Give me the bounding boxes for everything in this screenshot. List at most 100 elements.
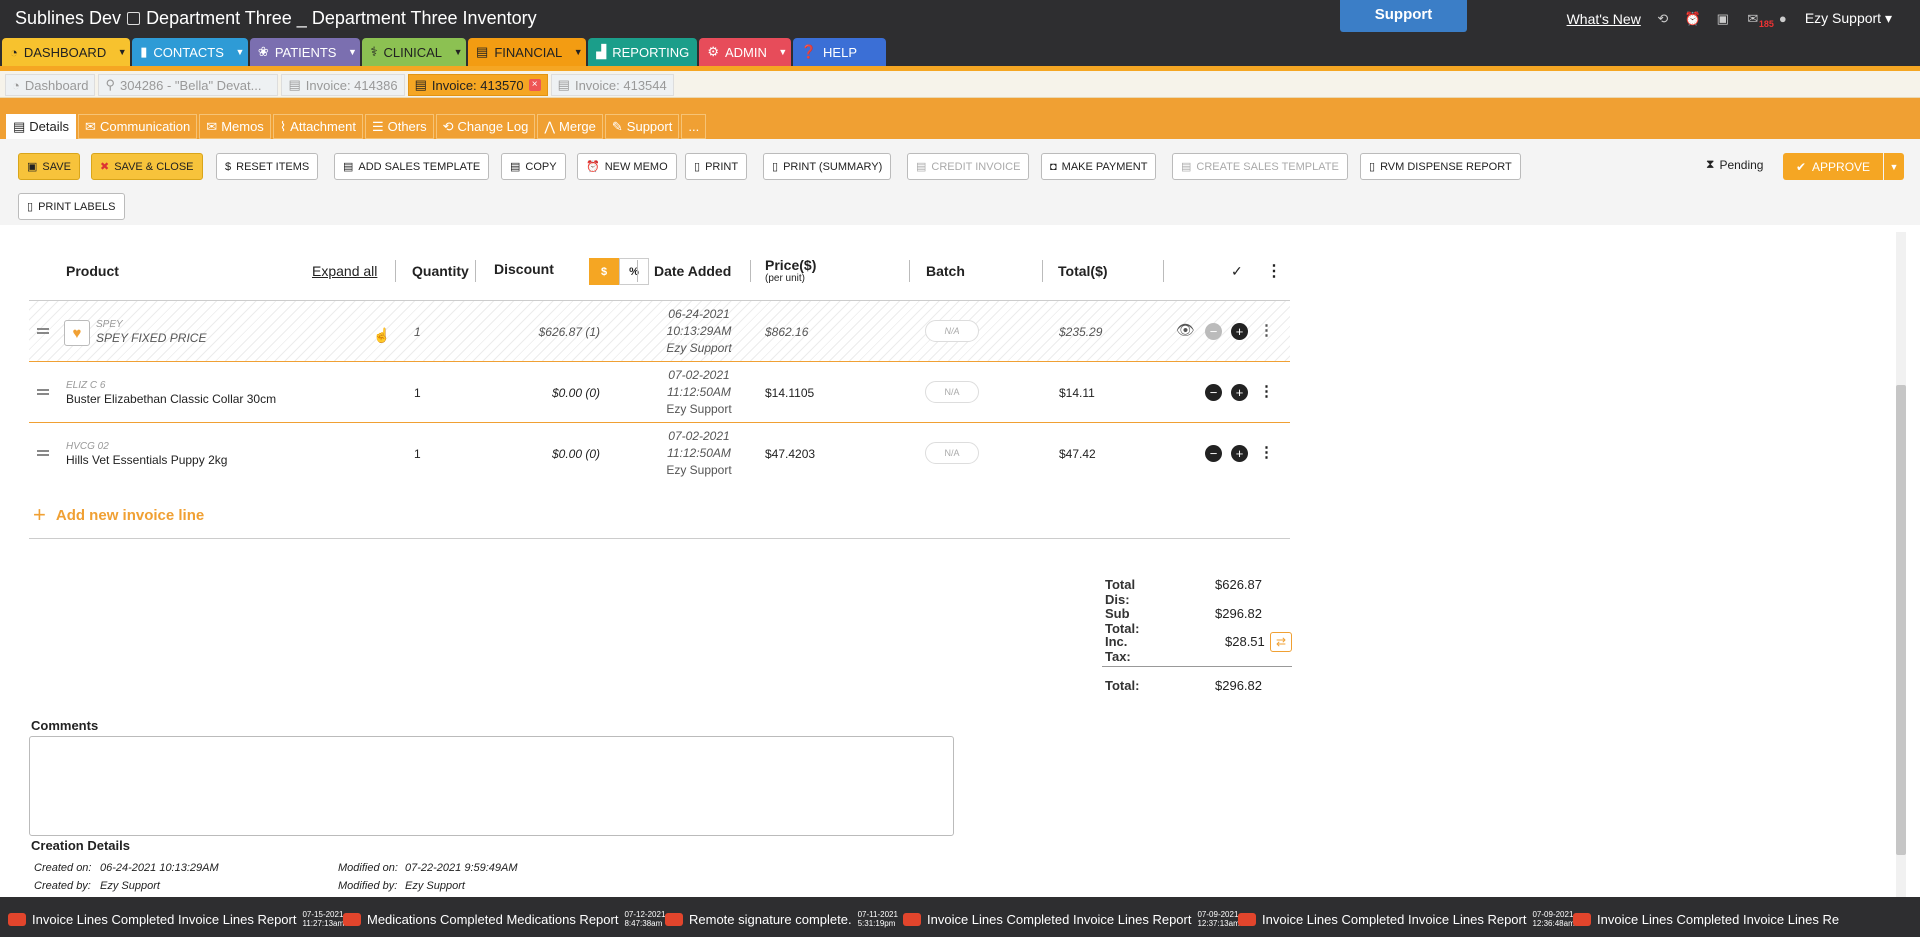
notification-item[interactable]: Invoice Lines Completed Invoice Lines Re… bbox=[903, 908, 1240, 930]
price-value[interactable]: $47.4203 bbox=[765, 447, 815, 461]
nav-patients[interactable]: ❀ PATIENTS ▼ bbox=[249, 38, 361, 66]
decrement-icon[interactable]: − bbox=[1205, 323, 1222, 340]
close-icon[interactable]: × bbox=[528, 79, 541, 91]
nav-contacts[interactable]: ▮ CONTACTS ▼ bbox=[132, 38, 248, 66]
drag-handle-icon[interactable] bbox=[37, 389, 49, 395]
increment-icon[interactable]: + bbox=[1231, 323, 1248, 340]
reset-items-button[interactable]: $ RESET ITEMS bbox=[216, 153, 319, 180]
alarm-icon[interactable]: ⏰ bbox=[1685, 11, 1701, 27]
price-value[interactable]: $862.16 bbox=[765, 325, 808, 339]
table-row[interactable]: HVCG 02 Hills Vet Essentials Puppy 2kg 1… bbox=[29, 423, 1290, 484]
nav-help[interactable]: ❓ HELP bbox=[792, 38, 886, 66]
tab-others[interactable]: ☰ Others bbox=[364, 114, 434, 139]
rvm-dispense-report-button[interactable]: ▯ RVM DISPENSE REPORT bbox=[1360, 153, 1521, 180]
add-invoice-line-button[interactable]: + Add new invoice line bbox=[33, 502, 204, 528]
comments-textarea[interactable] bbox=[29, 736, 954, 836]
print-queue-icon[interactable]: ▣ bbox=[1715, 11, 1731, 27]
tab-details[interactable]: ▤ Details bbox=[6, 114, 77, 139]
tab-support[interactable]: ✎ Support bbox=[604, 114, 680, 139]
notification-item[interactable]: Remote signature complete. 07-11-2021 5:31… bbox=[665, 908, 898, 930]
drag-handle-icon[interactable] bbox=[37, 328, 49, 334]
history-icon[interactable]: ⟲ bbox=[1655, 11, 1671, 27]
eye-icon[interactable]: 👁 bbox=[1176, 321, 1195, 339]
row-menu-kebab-icon[interactable]: ⋮ bbox=[1259, 321, 1274, 339]
mail-icon[interactable]: ✉ 185 bbox=[1745, 11, 1773, 29]
print-summary-button[interactable]: ▯ PRINT (SUMMARY) bbox=[763, 153, 892, 180]
price-value[interactable]: $14.1105 bbox=[765, 386, 814, 400]
tab-communication[interactable]: ✉ Communication bbox=[78, 114, 198, 139]
tab-more[interactable]: ... bbox=[681, 114, 707, 139]
location-checkbox-icon[interactable] bbox=[127, 12, 141, 25]
table-row[interactable]: ELIZ C 6 Buster Elizabethan Classic Coll… bbox=[29, 362, 1290, 423]
discount-percent-option[interactable]: % bbox=[619, 258, 649, 285]
row-menu-kebab-icon[interactable]: ⋮ bbox=[1259, 443, 1274, 461]
chevron-down-icon[interactable]: ▼ bbox=[114, 38, 130, 66]
discount-value[interactable]: $0.00 (0) bbox=[500, 447, 600, 461]
product-name[interactable]: Hills Vet Essentials Puppy 2kg bbox=[66, 453, 227, 467]
tab-invoice-413570[interactable]: ▤ Invoice: 413570 × bbox=[407, 74, 548, 96]
product-name[interactable]: Buster Elizabethan Classic Collar 30cm bbox=[66, 392, 276, 406]
nav-dashboard[interactable]: ◔ DASHBOARD ▼ bbox=[2, 38, 131, 66]
nav-financial[interactable]: ▤ FINANCIAL ▼ bbox=[468, 38, 587, 66]
add-sales-template-button[interactable]: ▤ ADD SALES TEMPLATE bbox=[334, 153, 490, 180]
user-menu[interactable]: Ezy Support ▾ bbox=[1805, 10, 1892, 27]
tab-invoice-414386[interactable]: ▤ Invoice: 414386 bbox=[281, 74, 405, 96]
discount-value[interactable]: $626.87 (1) bbox=[500, 325, 600, 339]
support-button[interactable]: Support bbox=[1340, 0, 1467, 32]
copy-button[interactable]: ▤ COPY bbox=[501, 153, 566, 180]
table-menu-kebab-icon[interactable]: ⋮ bbox=[1266, 261, 1282, 281]
drag-handle-icon[interactable] bbox=[37, 450, 49, 456]
credit-invoice-button[interactable]: ▤ CREDIT INVOICE bbox=[907, 153, 1030, 180]
batch-field[interactable]: N/A bbox=[925, 381, 979, 403]
discount-dollar-option[interactable]: $ bbox=[589, 258, 619, 285]
notification-item[interactable]: Invoice Lines Completed Invoice Lines Re… bbox=[8, 908, 344, 930]
nav-admin[interactable]: ⚙ ADMIN ▼ bbox=[699, 38, 791, 66]
quantity-value[interactable]: 1 bbox=[414, 325, 421, 339]
tab-memos[interactable]: ✉ Memos bbox=[199, 114, 271, 139]
table-row[interactable]: ♥ SPEY SPEY FIXED PRICE 1 $626.87 (1) 06… bbox=[29, 301, 1290, 362]
quantity-value[interactable]: 1 bbox=[414, 386, 421, 400]
nav-clinical[interactable]: ⚕ CLINICAL ▼ bbox=[362, 38, 467, 66]
row-menu-kebab-icon[interactable]: ⋮ bbox=[1259, 382, 1274, 400]
tab-invoice-413544[interactable]: ▤ Invoice: 413544 bbox=[550, 74, 674, 96]
nav-reporting[interactable]: ▟ REPORTING bbox=[588, 38, 698, 66]
location-label[interactable]: Department Three _ Department Three Inve… bbox=[146, 8, 537, 29]
discount-value[interactable]: $0.00 (0) bbox=[500, 386, 600, 400]
product-name[interactable]: SPEY FIXED PRICE bbox=[96, 331, 206, 345]
chevron-down-icon[interactable]: ▼ bbox=[232, 38, 248, 66]
tab-merge[interactable]: ⋀ Merge bbox=[537, 114, 603, 139]
batch-field[interactable]: N/A bbox=[925, 320, 979, 342]
whats-new-link[interactable]: What's New bbox=[1567, 11, 1641, 27]
print-button[interactable]: ▯ PRINT bbox=[685, 153, 748, 180]
increment-icon[interactable]: + bbox=[1231, 445, 1248, 462]
new-memo-button[interactable]: ⏰ NEW MEMO bbox=[577, 153, 677, 180]
tab-change-log[interactable]: ⟲ Change Log bbox=[435, 114, 536, 139]
print-labels-button[interactable]: ▯ PRINT LABELS bbox=[18, 193, 125, 220]
chevron-down-icon[interactable]: ▼ bbox=[570, 38, 586, 66]
decrement-icon[interactable]: − bbox=[1205, 384, 1222, 401]
select-all-check-icon[interactable]: ✓ bbox=[1231, 263, 1243, 280]
scrollbar[interactable] bbox=[1896, 232, 1906, 897]
scrollbar-thumb[interactable] bbox=[1896, 385, 1906, 855]
save-button[interactable]: ▣ SAVE bbox=[18, 153, 80, 180]
chevron-down-icon[interactable]: ▼ bbox=[775, 38, 791, 66]
make-payment-button[interactable]: ◘ MAKE PAYMENT bbox=[1041, 153, 1157, 180]
tab-patient[interactable]: ⚲ 304286 - "Bella" Devat... bbox=[98, 74, 279, 96]
quantity-value[interactable]: 1 bbox=[414, 447, 421, 461]
swap-tax-icon[interactable]: ⇄ bbox=[1270, 632, 1292, 652]
decrement-icon[interactable]: − bbox=[1205, 445, 1222, 462]
tab-attachment[interactable]: ⌇ Attachment bbox=[272, 114, 363, 139]
tab-dashboard[interactable]: ◔ Dashboard bbox=[5, 74, 96, 96]
chevron-down-icon[interactable]: ▼ bbox=[450, 38, 466, 66]
expand-all-link[interactable]: Expand all bbox=[312, 263, 377, 279]
notification-item[interactable]: Invoice Lines Completed Invoice Lines Re bbox=[1573, 908, 1913, 930]
approve-button[interactable]: ✔ APPROVE bbox=[1783, 153, 1883, 180]
create-sales-template-button[interactable]: ▤ CREATE SALES TEMPLATE bbox=[1172, 153, 1348, 180]
increment-icon[interactable]: + bbox=[1231, 384, 1248, 401]
batch-field[interactable]: N/A bbox=[925, 442, 979, 464]
notification-item[interactable]: Invoice Lines Completed Invoice Lines Re… bbox=[1238, 908, 1575, 930]
approve-dropdown[interactable]: ▼ bbox=[1884, 153, 1904, 180]
discount-mode-toggle[interactable]: $% bbox=[589, 258, 649, 285]
notification-item[interactable]: Medications Completed Medications Report… bbox=[343, 908, 665, 930]
save-close-button[interactable]: ✖ SAVE & CLOSE bbox=[91, 153, 203, 180]
